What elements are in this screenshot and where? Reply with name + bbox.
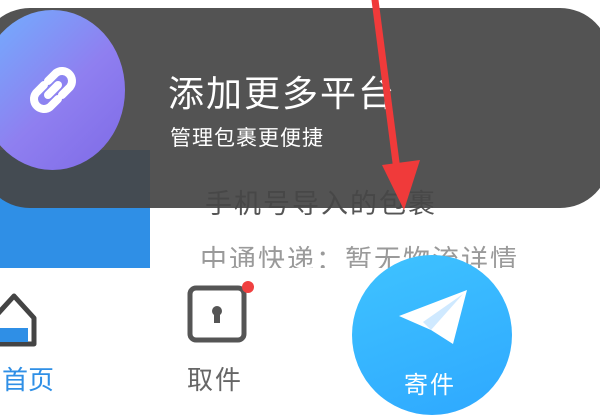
notification-dot [242, 281, 254, 293]
paper-plane-icon [399, 290, 467, 344]
tab-home-label[interactable]: 首页 [2, 360, 54, 397]
pickup-locker-icon[interactable] [187, 285, 247, 343]
send-button-label[interactable]: 寄件 [404, 365, 456, 400]
tab-pickup-label[interactable]: 取件 [187, 360, 243, 397]
home-icon[interactable] [0, 288, 40, 350]
